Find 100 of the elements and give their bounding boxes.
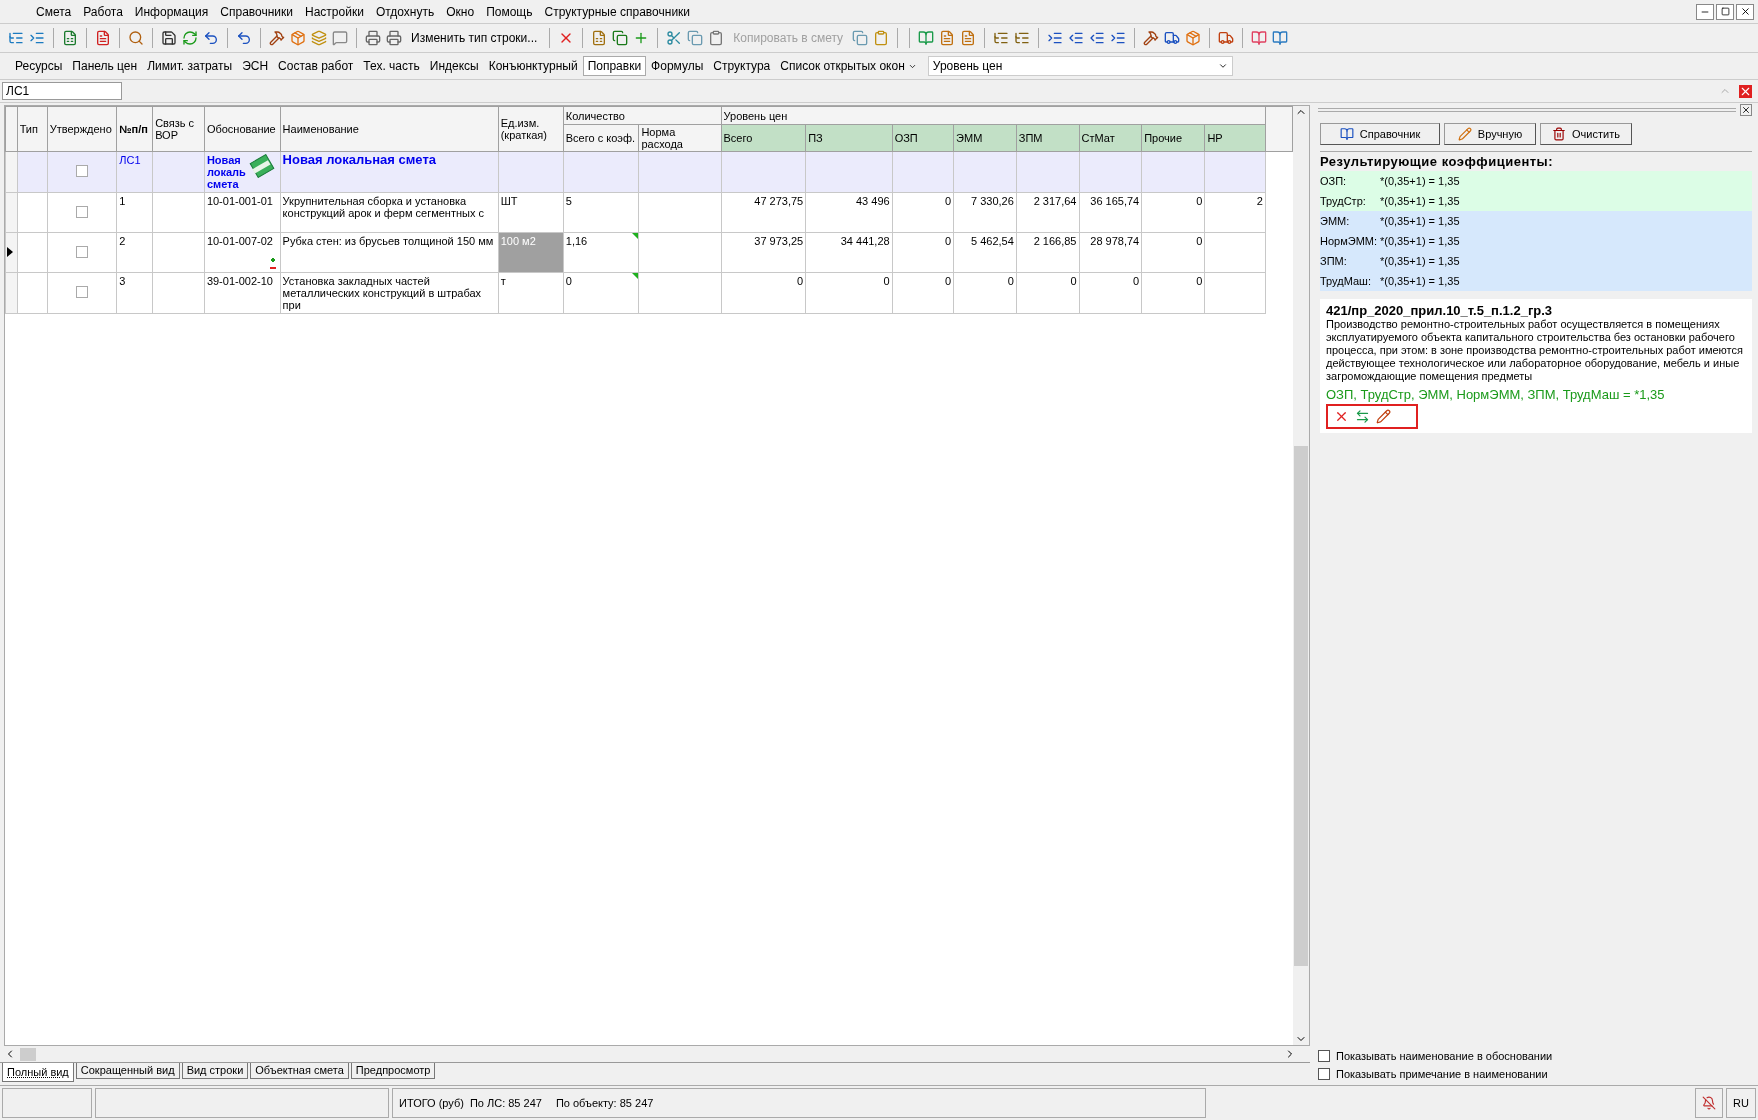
scrollbar-thumb[interactable] [20,1047,36,1061]
document-field[interactable]: ЛС1 [2,82,122,100]
scrollbar-thumb[interactable] [1294,445,1308,966]
undo-icon[interactable] [236,30,252,46]
layers-icon[interactable] [311,30,327,46]
hammer-icon[interactable] [1143,30,1160,46]
panel-button[interactable]: Справочник [1320,123,1440,145]
copy-icon[interactable] [612,30,629,46]
save-icon[interactable] [161,30,177,46]
row-indicator[interactable] [5,232,18,273]
adjustment-description: Производство ремонтно-строительных работ осуществляется в помещениях эксплуатируемого объекта капитального строительства без остановки рабочего процесса, при этом: в зоне производства ремонтно-строительных работ имеются действующее технологическое или лабораторное оборудование, мебель и иные загромождающие помещения предметы [1326,318,1744,383]
truck-icon[interactable] [1218,30,1235,46]
indent-icon[interactable] [29,30,45,46]
undo-icon[interactable] [203,30,219,46]
view-tab[interactable]: Сокращенный вид [75,1063,180,1079]
adjustment-result: ОЗП, ТрудСтр, ЭММ, НормЭММ, ЗПМ, ТрудМаш = *1,35 [1326,387,1666,402]
panel-button[interactable]: Вручную [1444,123,1536,145]
change-row-type-button[interactable]: Изменить тип строки... [407,31,542,45]
swap-icon[interactable] [1355,409,1370,424]
indent-icon[interactable] [1047,30,1064,46]
document-icon[interactable] [960,30,977,46]
menu-item[interactable]: Работа [77,4,129,19]
restore-icon[interactable] [1716,3,1734,20]
approved-checkbox[interactable] [76,165,88,177]
nav-tab[interactable]: Формулы [646,56,709,76]
menu-item[interactable]: Информация [128,4,215,19]
outdent-icon[interactable] [1068,30,1085,46]
document-icon[interactable] [939,30,956,46]
nav-tab[interactable]: Конъюнктурный [483,56,583,76]
spreadsheet-icon[interactable] [591,30,608,46]
nav-tab[interactable]: Структура [708,56,776,76]
view-tab[interactable]: Полный вид [2,1063,74,1082]
truck-icon[interactable] [1164,30,1181,46]
estimate-total: По ЛС: 85 247 [469,1097,542,1109]
pencil-icon[interactable] [1376,409,1391,424]
table-cell-text: 0 [943,235,952,247]
copy-icon[interactable] [687,30,704,46]
price-level-select[interactable]: Уровень цен [927,56,1233,76]
caret-icon [1217,61,1228,71]
pdf-icon[interactable] [95,30,111,46]
view-tab[interactable]: Объектная смета [250,1063,349,1079]
nav-tab[interactable]: Поправки [582,56,647,76]
table-cell-text: Укрупнительная сборка и установка конструкций арок и ферм сегментных с [282,195,485,219]
printer-icon[interactable] [365,30,381,46]
refresh-icon[interactable] [182,30,198,46]
menu-item[interactable]: Структурные справочники [538,4,697,19]
option-checkbox[interactable] [1318,1068,1330,1080]
column-header: Всего [721,124,806,152]
menu-item[interactable]: Окно [440,4,481,19]
option-checkbox[interactable] [1318,1050,1330,1062]
indent-icon[interactable] [1110,30,1127,46]
nav-tab[interactable]: Лимит. затраты [142,56,238,76]
approved-checkbox[interactable] [76,246,88,258]
menu-item[interactable]: Настройки [299,4,370,19]
table-cell-text: Новая локальная смета [282,154,437,166]
view-tab[interactable]: Вид строки [181,1063,249,1079]
menu-item[interactable]: Справочники [214,4,300,19]
printer-icon[interactable] [386,30,402,46]
object-total: По объекту: 85 247 [555,1097,654,1109]
nav-tab[interactable]: Панель цен [67,56,143,76]
table-cell-text: 3 [119,275,127,287]
package-icon[interactable] [290,30,306,46]
nav-tab[interactable]: Тех. часть [358,56,425,76]
clipboard-icon[interactable] [873,30,890,46]
nav-tab[interactable]: Индексы [424,56,484,76]
minimize-icon[interactable] [1696,3,1714,20]
nav-tab[interactable]: Список открытых окон [775,56,922,76]
search-icon[interactable] [128,30,144,46]
tree-icon[interactable] [993,30,1010,46]
view-tab[interactable]: Предпросмотр [350,1063,436,1079]
nav-tab[interactable]: Ресурсы [10,56,68,76]
delete-icon[interactable] [1334,409,1349,424]
panel-button[interactable]: Очистить [1540,123,1632,145]
column-header: №п/п [116,106,153,152]
comment-icon[interactable] [332,30,348,46]
copy-icon[interactable] [852,30,869,46]
menu-item[interactable]: Отдохнуть [369,4,441,19]
nav-tab[interactable]: Состав работ [273,56,359,76]
approved-checkbox[interactable] [76,206,88,218]
nav-tab[interactable]: ЭСН [237,56,274,76]
cut-icon[interactable] [666,30,683,46]
close-icon[interactable] [1740,104,1752,116]
book-icon [1339,127,1354,141]
menu-item[interactable]: Смета [30,4,78,19]
close-icon[interactable] [1736,3,1754,20]
tree-icon[interactable] [1014,30,1031,46]
hammer-icon[interactable] [269,30,285,46]
book-icon[interactable] [1251,30,1268,46]
coefficient-formula: *(0,35+1) = 1,35 [1380,175,1460,187]
approved-checkbox[interactable] [76,286,88,298]
clipboard-icon[interactable] [708,30,725,46]
spreadsheet-icon[interactable] [62,30,78,46]
book-icon[interactable] [1272,30,1289,46]
tree-icon[interactable] [8,30,24,46]
menu-item[interactable]: Помощь [480,4,539,19]
package-icon[interactable] [1185,30,1202,46]
outdent-icon[interactable] [1089,30,1106,46]
book-icon[interactable] [918,30,935,46]
table-cell-text: 0 [1006,275,1014,287]
table-cell-text: 5 462,54 [969,235,1014,247]
